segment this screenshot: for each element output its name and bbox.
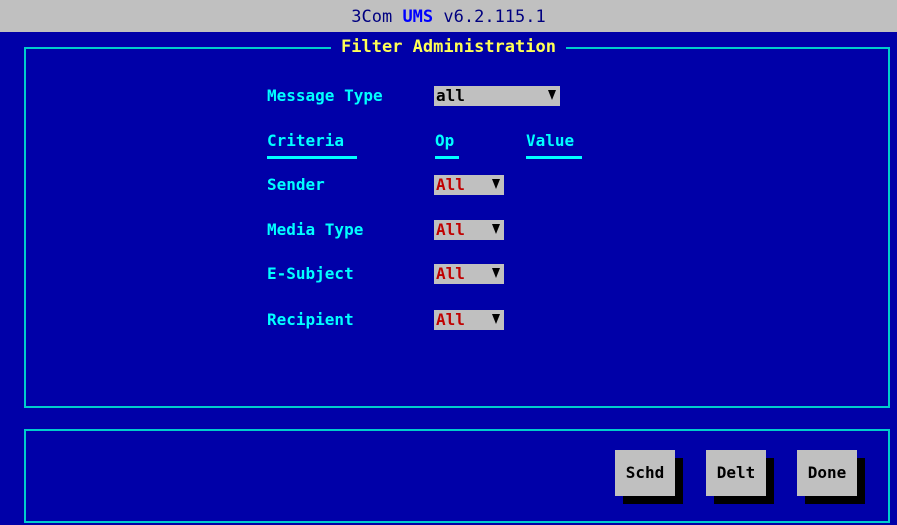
- panel-title-wrap: Filter Administration: [0, 36, 897, 58]
- sender-op-dropdown[interactable]: All: [434, 175, 504, 195]
- media-type-op-dropdown[interactable]: All: [434, 220, 504, 240]
- delete-button[interactable]: Delt: [706, 450, 766, 496]
- message-type-dropdown[interactable]: all: [434, 86, 560, 106]
- chevron-down-icon: [492, 179, 500, 189]
- done-button[interactable]: Done: [797, 450, 857, 496]
- criteria-label-recipient: Recipient: [267, 310, 354, 329]
- criteria-label-sender: Sender: [267, 175, 325, 194]
- recipient-op-value: All: [436, 310, 465, 329]
- criteria-label-media-type: Media Type: [267, 220, 364, 239]
- chevron-down-icon: [492, 314, 500, 324]
- brand-name: 3Com: [351, 7, 393, 27]
- criteria-label-e-subject: E-Subject: [267, 264, 354, 283]
- chevron-down-icon: [492, 268, 500, 278]
- e-subject-op-dropdown[interactable]: All: [434, 264, 504, 284]
- media-type-op-value: All: [436, 220, 465, 239]
- value-column-header: Value: [526, 131, 582, 159]
- message-type-value: all: [436, 86, 465, 105]
- chevron-down-icon: [548, 90, 556, 100]
- criteria-column-header: Criteria: [267, 131, 357, 159]
- op-column-header: Op: [435, 131, 459, 159]
- chevron-down-icon: [492, 224, 500, 234]
- sender-op-value: All: [436, 175, 465, 194]
- message-type-label: Message Type: [267, 86, 383, 105]
- schedule-button[interactable]: Schd: [615, 450, 675, 496]
- title-bar: 3Com UMS v6.2.115.1: [0, 0, 897, 32]
- e-subject-op-value: All: [436, 264, 465, 283]
- recipient-op-dropdown[interactable]: All: [434, 310, 504, 330]
- version-label: v6.2.115.1: [443, 7, 546, 27]
- panel-title: Filter Administration: [331, 37, 566, 57]
- product-name: UMS: [402, 7, 434, 27]
